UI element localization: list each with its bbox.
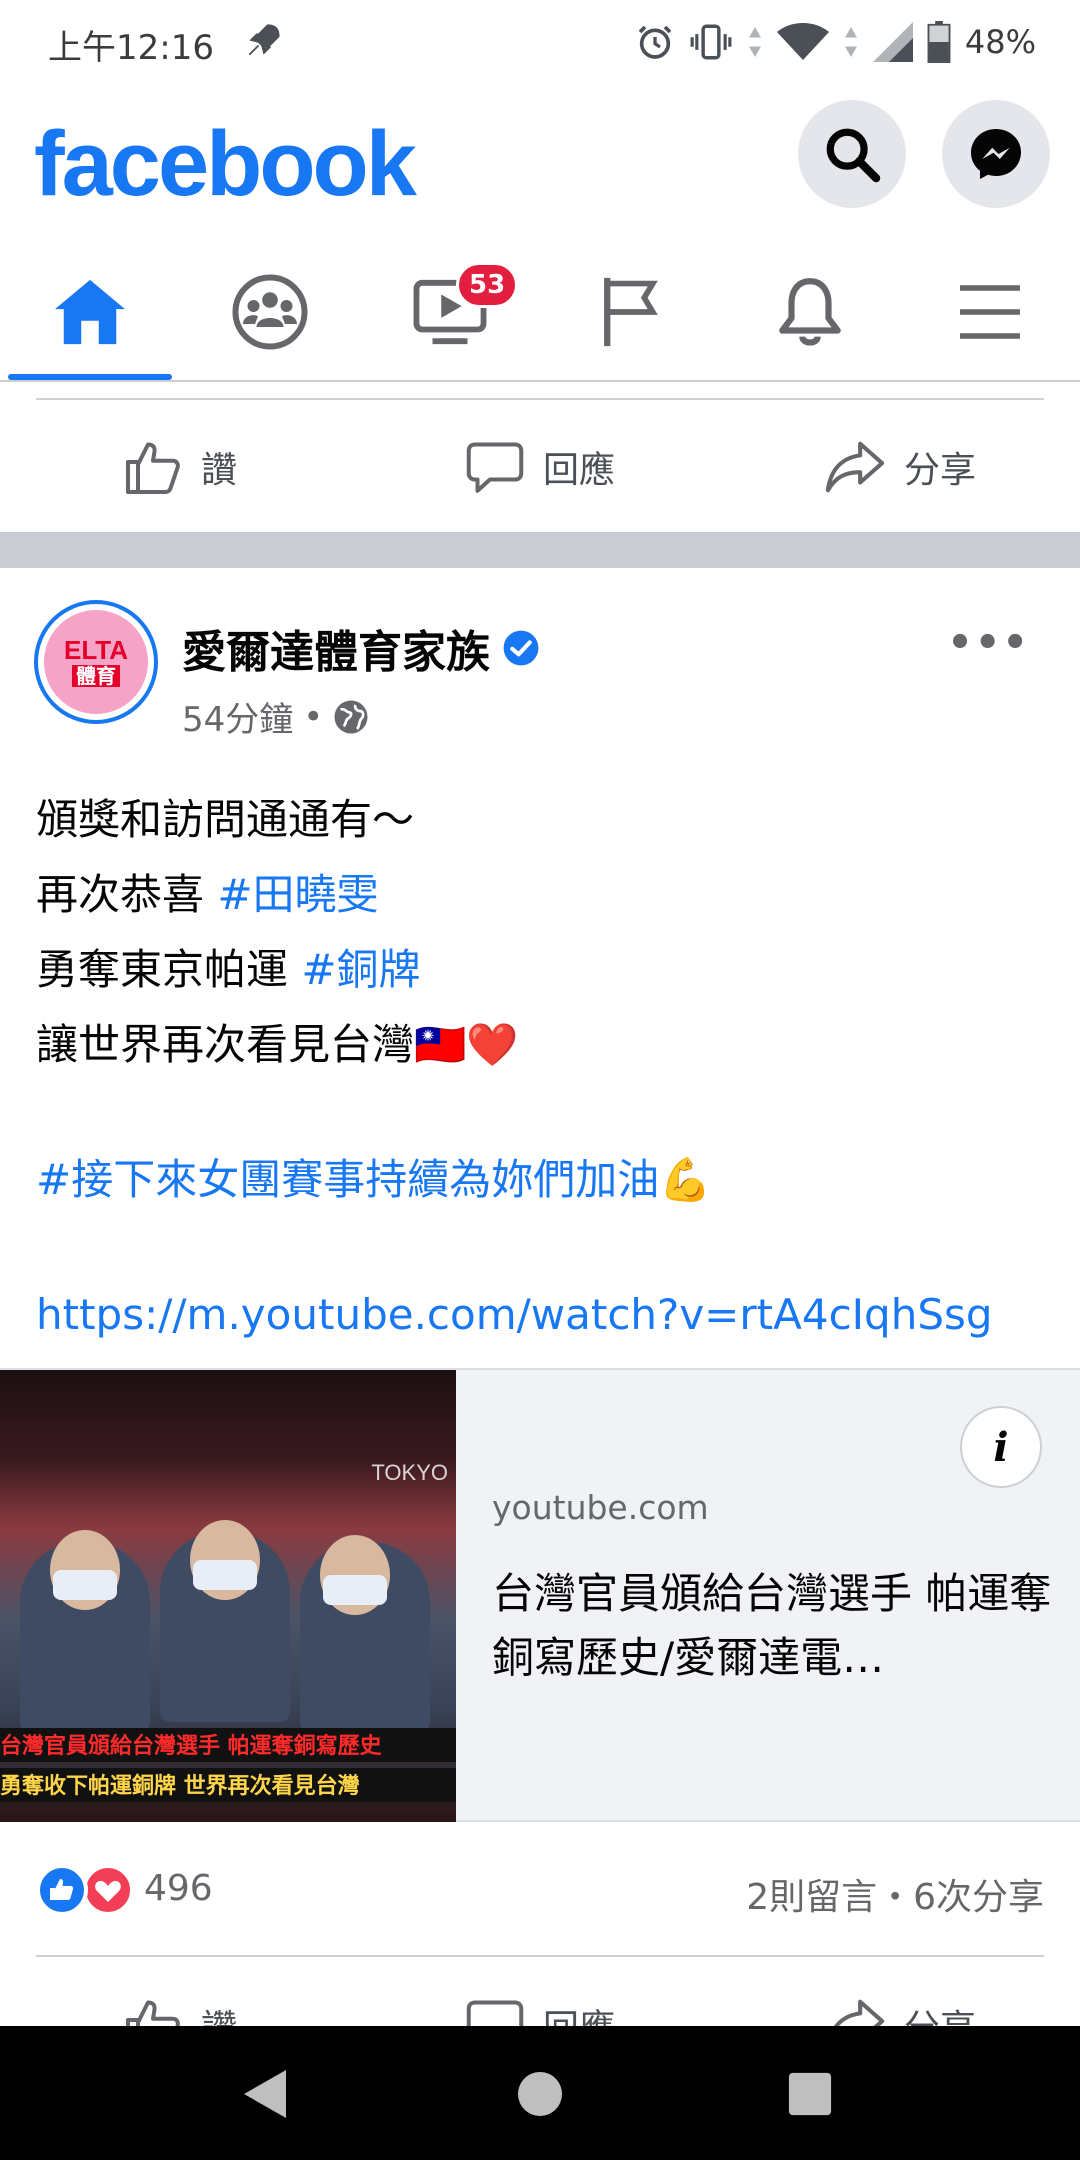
feed-separator: [0, 532, 1080, 568]
like-button[interactable]: 讚: [0, 402, 360, 532]
post-line: 再次恭喜 #田曉雯: [36, 857, 1046, 932]
more-options-button[interactable]: •••: [947, 620, 1030, 666]
like-label: 讚: [200, 450, 237, 491]
avatar-logo: ELTA 體育: [44, 610, 148, 714]
recents-button[interactable]: [780, 2064, 840, 2124]
hashtag-link[interactable]: #銅牌: [301, 945, 420, 994]
signal-icon: [872, 22, 913, 62]
status-bar: 上午12:16 48%: [0, 0, 1080, 84]
info-icon: i: [993, 1423, 1009, 1471]
post-line: 讓世界再次看見台灣🇹🇼❤️: [36, 1007, 1046, 1082]
previous-post-actions: 讚 回應 分享: [0, 402, 1080, 532]
messenger-icon: [971, 129, 1021, 179]
meta-separator: •: [303, 696, 324, 737]
info-button[interactable]: i: [960, 1406, 1042, 1488]
youtube-url-link[interactable]: https://m.youtube.com/watch?v=rtA4cIqhSs…: [36, 1290, 993, 1339]
post-time[interactable]: 54分鐘: [182, 692, 293, 741]
search-button[interactable]: [798, 100, 906, 208]
wifi-icon: [776, 23, 829, 60]
globe-icon: [334, 700, 368, 733]
tab-pages[interactable]: [540, 244, 720, 380]
tab-watch[interactable]: 53: [360, 244, 540, 380]
hashtag-link[interactable]: #田曉雯: [217, 870, 378, 919]
share-label: 分享: [903, 450, 976, 491]
like-icon: [125, 442, 180, 494]
thumbnail-caption: 勇奪收下帕運銅牌 世界再次看見台灣: [0, 1768, 456, 1802]
hashtag-link[interactable]: #接下來女團賽事持續為妳們加油: [36, 1155, 659, 1204]
reactions-row: 496 2則留言・6次分享: [0, 1840, 1080, 1940]
share-button[interactable]: 分享: [720, 402, 1080, 532]
groups-icon: [232, 274, 308, 350]
battery-icon: [927, 21, 951, 63]
watch-badge: 53: [456, 262, 519, 308]
post-line-text: 勇奪東京帕運: [36, 945, 302, 994]
post-line-text: 頒獎和訪問通通有～: [36, 795, 415, 844]
reaction-count[interactable]: 496: [144, 1868, 213, 1909]
thumbnail-caption: 台灣官員頒給台灣選手 帕運奪銅寫歷史: [0, 1728, 456, 1762]
share-icon: [825, 441, 885, 493]
post-meta: 54分鐘 •: [182, 692, 369, 741]
status-icons: 48%: [635, 18, 1036, 66]
flag-icon: [604, 277, 658, 347]
recents-icon: [788, 2072, 832, 2116]
avatar-text-top: ELTA: [63, 635, 129, 665]
data-arrows-icon-2: [844, 27, 857, 57]
battery-percent: 48%: [964, 23, 1036, 61]
thumbnail-mask: [193, 1560, 257, 1590]
divider: [36, 398, 1044, 400]
system-nav-bar: [0, 2026, 1080, 2160]
data-arrows-icon: [748, 27, 761, 57]
back-button[interactable]: [236, 2064, 296, 2124]
post-line-text: 再次恭喜: [36, 870, 218, 919]
video-thumbnail[interactable]: TOKYO 台灣官員頒給台灣選手 帕運奪銅寫歷史 勇奪收下帕運銅牌 世界再次看見…: [0, 1370, 456, 1822]
post-line-text: 讓世界再次看見台灣🇹🇼❤️: [36, 1020, 519, 1069]
home-icon: [55, 279, 125, 345]
post-line: https://m.youtube.com/watch?v=rtA4cIqhSs…: [36, 1277, 1046, 1352]
divider: [36, 1955, 1044, 1957]
preview-domain: youtube.com: [492, 1488, 709, 1527]
comments-shares-summary[interactable]: 2則留言・6次分享: [746, 1868, 1044, 1920]
flexed-biceps-emoji: 💪: [659, 1155, 712, 1204]
tab-notifications[interactable]: [720, 244, 900, 380]
messenger-button[interactable]: [942, 100, 1050, 208]
home-circle-icon: [518, 2072, 562, 2116]
app-header: facebook: [0, 84, 1080, 244]
home-button[interactable]: [510, 2064, 570, 2124]
page-name-row[interactable]: 愛爾達體育家族: [182, 616, 540, 680]
alarm-icon: [638, 25, 672, 59]
tab-home[interactable]: [0, 244, 180, 380]
post-header: ELTA 體育 愛爾達體育家族 54分鐘 • •••: [0, 600, 1080, 760]
avatar-text-bottom: 體育: [72, 665, 120, 687]
comment-icon: [466, 442, 524, 493]
status-time: 上午12:16: [48, 28, 214, 68]
link-preview-card[interactable]: TOKYO 台灣官員頒給台灣選手 帕運奪銅寫歷史 勇奪收下帕運銅牌 世界再次看見…: [0, 1368, 1080, 1822]
reaction-icons[interactable]: [34, 1862, 134, 1918]
menu-icon: [960, 285, 1020, 339]
comment-label: 回應: [542, 450, 615, 491]
back-icon: [244, 2070, 286, 2118]
rocket-icon: [248, 24, 280, 56]
page-name[interactable]: 愛爾達體育家族: [182, 616, 490, 680]
search-icon: [826, 128, 881, 183]
vibrate-icon: [690, 24, 732, 60]
verified-badge-icon: [503, 630, 539, 666]
post-line: 頒獎和訪問通通有～: [36, 782, 1046, 857]
post-line: 勇奪東京帕運 #銅牌: [36, 932, 1046, 1007]
facebook-logo[interactable]: facebook: [34, 112, 417, 217]
tab-menu[interactable]: [900, 244, 1080, 380]
post-text: 頒獎和訪問通通有～ 再次恭喜 #田曉雯 勇奪東京帕運 #銅牌 讓世界再次看見台灣…: [36, 782, 1046, 1352]
post-line: #接下來女團賽事持續為妳們加油💪: [36, 1142, 1046, 1217]
comment-button[interactable]: 回應: [360, 402, 720, 532]
thumbnail-mask: [53, 1570, 117, 1600]
page-avatar[interactable]: ELTA 體育: [34, 600, 158, 724]
tab-groups[interactable]: [180, 244, 360, 380]
preview-title[interactable]: 台灣官員頒給台灣選手 帕運奪銅寫歷史/愛爾達電…: [492, 1562, 1052, 1690]
bell-icon: [779, 278, 841, 346]
thumbnail-label: TOKYO: [371, 1460, 448, 1485]
thumbnail-mask: [323, 1575, 387, 1605]
main-nav: 53: [0, 244, 1080, 382]
